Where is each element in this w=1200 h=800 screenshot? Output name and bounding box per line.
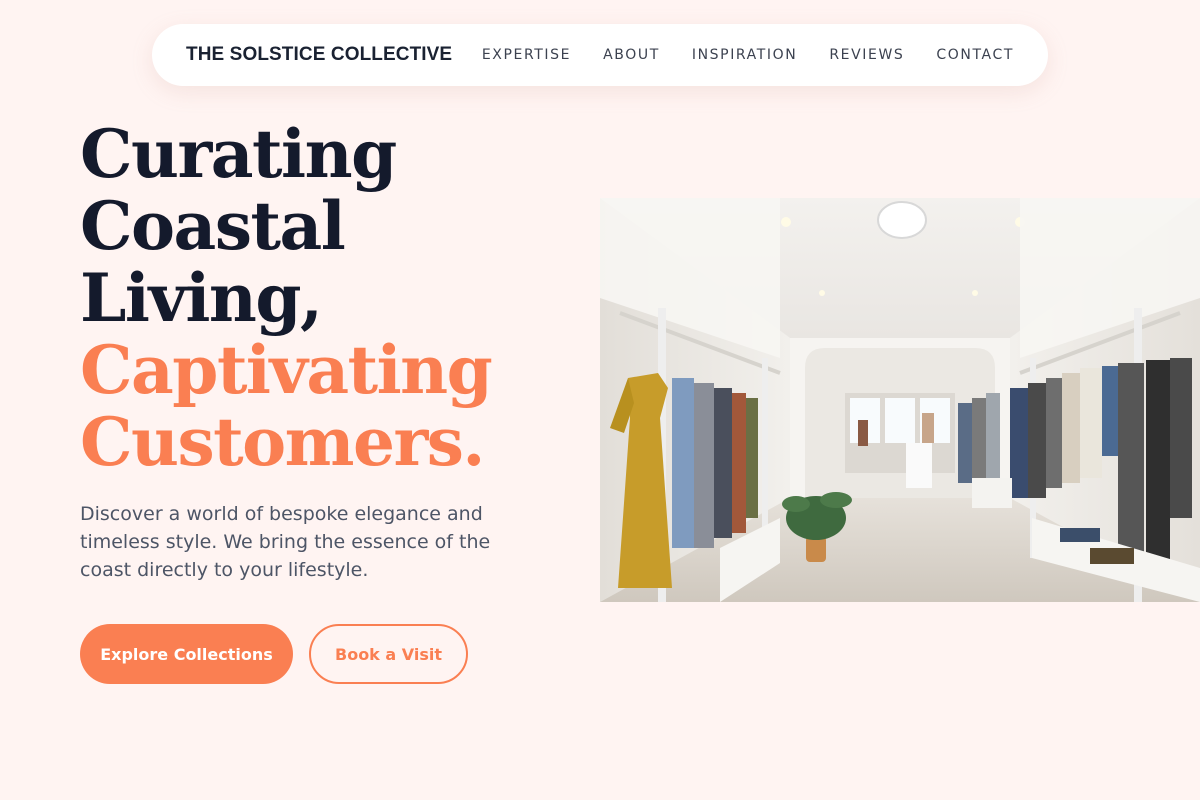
brand-logo[interactable]: THE SOLSTICE COLLECTIVE	[186, 44, 452, 66]
nav-links: EXPERTISE ABOUT INSPIRATION REVIEWS CONT…	[482, 47, 1014, 63]
nav-link-reviews[interactable]: REVIEWS	[829, 47, 904, 63]
nav-link-about[interactable]: ABOUT	[603, 47, 660, 63]
hero-description: Discover a world of bespoke elegance and…	[80, 503, 491, 581]
headline-accent-line: Customers.	[80, 403, 485, 481]
book-visit-button[interactable]: Book a Visit	[309, 624, 468, 684]
nav-link-inspiration[interactable]: INSPIRATION	[692, 47, 797, 63]
boutique-interior-image	[600, 198, 1200, 602]
nav-link-expertise[interactable]: EXPERTISE	[482, 47, 571, 63]
hero-headline: Curating Coastal Living, Captivating Cus…	[80, 118, 580, 478]
explore-collections-button[interactable]: Explore Collections	[80, 624, 293, 684]
headline-line: Coastal	[80, 187, 346, 265]
headline-accent-line: Captivating	[80, 331, 493, 409]
headline-line: Curating	[80, 115, 397, 193]
headline-line: Living,	[80, 259, 323, 337]
top-navigation: THE SOLSTICE COLLECTIVE EXPERTISE ABOUT …	[152, 24, 1048, 86]
nav-link-contact[interactable]: CONTACT	[936, 47, 1014, 63]
